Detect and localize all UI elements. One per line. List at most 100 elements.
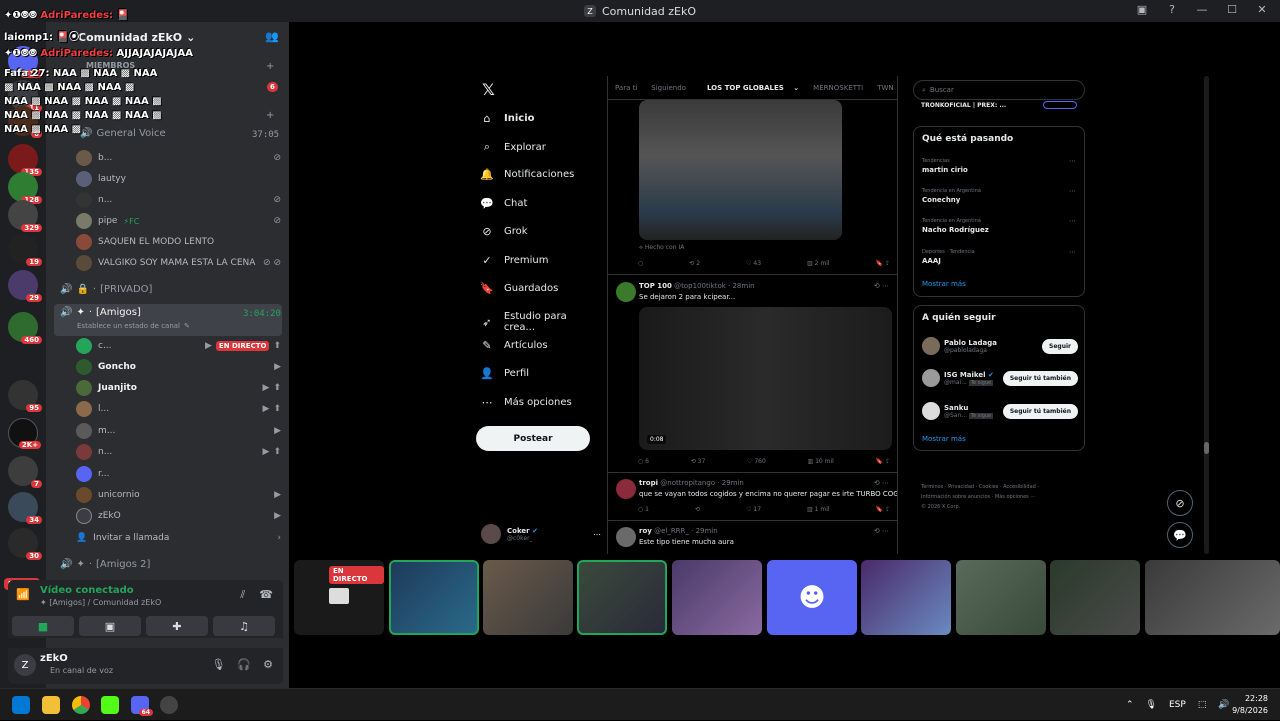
- follow-suggestion[interactable]: Sanku @San... Te sigue Seguir tú también: [922, 400, 1078, 422]
- chrome-icon[interactable]: [72, 696, 90, 714]
- follow-suggestion[interactable]: ISG Maikel ✔ @mai... Te sigue Seguir tú t…: [922, 367, 1078, 389]
- nav-articles[interactable]: ✎ Artículos: [480, 339, 547, 352]
- minimize-icon[interactable]: —: [1194, 3, 1210, 16]
- invite-to-call[interactable]: 👤 Invitar a llamada ›: [76, 528, 281, 548]
- live-badge[interactable]: EN DIRECTO: [215, 341, 270, 351]
- server-icon[interactable]: 29: [8, 270, 42, 302]
- scrollbar-thumb[interactable]: [1204, 442, 1209, 454]
- like-icon[interactable]: ♡ 43: [746, 260, 761, 267]
- nav-explore[interactable]: ⌕ Explorar: [480, 140, 546, 154]
- nav-notifications[interactable]: 🔔 Notificaciones: [480, 168, 574, 181]
- account-switcher[interactable]: Coker ✔ @c0ker_ ⋯: [481, 520, 601, 548]
- bookmark-share-icon[interactable]: 🔖 ⇪: [876, 506, 890, 513]
- app-icon[interactable]: [160, 696, 178, 714]
- trend-name[interactable]: Conechny: [922, 196, 960, 204]
- nav-home[interactable]: ⌂ Inicio: [480, 112, 535, 125]
- language-indicator[interactable]: ESP: [1169, 700, 1186, 710]
- follow-suggestion[interactable]: Pablo Ladaga @pabloladaga Seguir: [922, 335, 1078, 357]
- add-channel-icon[interactable]: +: [266, 61, 274, 72]
- signal-icon[interactable]: 📶: [16, 588, 30, 601]
- inbox-icon[interactable]: ▣: [1134, 3, 1150, 16]
- voice-user[interactable]: c... ▶ EN DIRECTO ⬆: [76, 336, 281, 356]
- add-member-icon[interactable]: 👥: [265, 30, 279, 43]
- repost-icon[interactable]: ⟲: [695, 506, 700, 513]
- participant-tile[interactable]: [389, 560, 479, 635]
- post-button[interactable]: Postear: [476, 426, 590, 451]
- microphone-icon[interactable]: 🎙: [211, 658, 225, 671]
- tab-for-you[interactable]: Para ti: [608, 84, 644, 92]
- windows-start-icon[interactable]: [12, 696, 30, 714]
- nav-grok[interactable]: ⊘ Grok: [480, 225, 527, 238]
- soundboard-button[interactable]: ♫: [213, 616, 275, 636]
- server-icon[interactable]: 95: [8, 380, 42, 412]
- participant-tile[interactable]: [483, 560, 573, 635]
- nav-bookmarks[interactable]: 🔖 Guardados: [480, 282, 558, 295]
- nav-profile[interactable]: 👤 Perfil: [480, 367, 529, 380]
- channel-amigos-2[interactable]: 🔊 ✦ · [Amigos 2]: [60, 559, 150, 570]
- voice-user[interactable]: n... ⊘: [76, 190, 281, 210]
- tab-top-globales[interactable]: LOS TOP GLOBALES ⌄: [693, 84, 806, 92]
- top-card-button[interactable]: [1043, 101, 1077, 109]
- voice-user[interactable]: SAQUEN EL MODO LENTO: [76, 232, 281, 252]
- more-icon[interactable]: ⋯: [1069, 248, 1076, 256]
- avatar[interactable]: [616, 479, 636, 499]
- channel-status[interactable]: Establece un estado de canal ✎: [77, 322, 190, 330]
- camera-button[interactable]: ■: [12, 616, 74, 636]
- avatar[interactable]: Z: [14, 654, 36, 676]
- participant-tile[interactable]: ☻: [767, 560, 857, 635]
- show-more-link[interactable]: Mostrar más: [922, 435, 966, 443]
- x-logo-icon[interactable]: 𝕏: [482, 80, 495, 99]
- footer-line[interactable]: Términos · Privacidad · Cookies · Accesi…: [921, 482, 1081, 492]
- server-icon[interactable]: 30: [8, 528, 42, 560]
- file-explorer-icon[interactable]: [42, 696, 60, 714]
- voice-user[interactable]: unicornio ▶: [76, 485, 281, 505]
- voice-user[interactable]: r...: [76, 464, 281, 484]
- voice-user[interactable]: VALGIKO SOY MAMA ESTA LA CENA ⊘ ⊘: [76, 253, 281, 273]
- chevron-up-icon[interactable]: ⌃: [1126, 700, 1134, 710]
- server-icon[interactable]: 128: [8, 172, 42, 204]
- voice-user[interactable]: pipe ⚡FC ⊘: [76, 211, 281, 231]
- participant-tile[interactable]: [1145, 560, 1280, 635]
- participant-tile[interactable]: [861, 560, 951, 635]
- repost-icon[interactable]: ⟲ 37: [691, 458, 706, 465]
- help-icon[interactable]: ?: [1164, 3, 1180, 16]
- more-icon[interactable]: ⟲ ⋯: [874, 527, 889, 535]
- voice-user[interactable]: b... ⊘: [76, 148, 281, 168]
- trend-name[interactable]: martin cirio: [922, 166, 968, 174]
- bookmark-share-icon[interactable]: 🔖 ⇪: [876, 260, 890, 267]
- tab-mernosketti[interactable]: MERNOSKETTI: [806, 84, 870, 92]
- clock[interactable]: 22:28 9/8/2026: [1232, 693, 1268, 717]
- follow-back-button[interactable]: Seguir tú también: [1002, 370, 1078, 386]
- reply-icon[interactable]: ○ 1: [638, 506, 649, 513]
- scrollbar[interactable]: [1204, 76, 1209, 554]
- messages-fab[interactable]: 💬: [1167, 522, 1193, 548]
- footer-line[interactable]: Información sobre anuncios · Más opcione…: [921, 492, 1081, 502]
- network-icon[interactable]: ⬚: [1198, 700, 1207, 710]
- microphone-icon[interactable]: 🎙: [1146, 700, 1157, 710]
- server-icon[interactable]: 19: [8, 234, 42, 266]
- avatar[interactable]: [616, 527, 636, 547]
- participant-tile[interactable]: [577, 560, 667, 635]
- avatar[interactable]: [616, 282, 636, 302]
- tweet-image[interactable]: [639, 100, 842, 240]
- headphones-icon[interactable]: 🎧: [237, 658, 251, 671]
- voice-user[interactable]: lautyy: [76, 169, 281, 189]
- voice-user[interactable]: Goncho ▶: [76, 357, 281, 377]
- screen-share-button[interactable]: ▣: [79, 616, 141, 636]
- tweet-video[interactable]: 0:08: [639, 307, 892, 450]
- disconnect-icon[interactable]: ☎: [259, 588, 273, 602]
- nav-premium[interactable]: ✓ Premium: [480, 254, 548, 267]
- views-icon[interactable]: ▥ 1 mil: [807, 506, 829, 513]
- follow-button[interactable]: Seguir: [1042, 338, 1078, 354]
- voice-location[interactable]: ✦ [Amigos] / Comunidad zEkO: [40, 598, 161, 607]
- more-icon[interactable]: ⋯: [1069, 187, 1076, 195]
- voice-user[interactable]: m... ▶: [76, 421, 281, 441]
- volume-icon[interactable]: 🔊: [1218, 700, 1229, 710]
- nav-more[interactable]: ⋯ Más opciones: [480, 396, 572, 409]
- more-icon[interactable]: ⋯: [593, 530, 601, 539]
- views-icon[interactable]: ▥ 10 mil: [808, 458, 834, 465]
- add-channel-icon[interactable]: +: [266, 110, 274, 121]
- voice-user[interactable]: zEkO ▶: [76, 506, 281, 526]
- repost-icon[interactable]: ⟲ 2: [689, 260, 700, 267]
- server-icon[interactable]: 34: [8, 492, 42, 524]
